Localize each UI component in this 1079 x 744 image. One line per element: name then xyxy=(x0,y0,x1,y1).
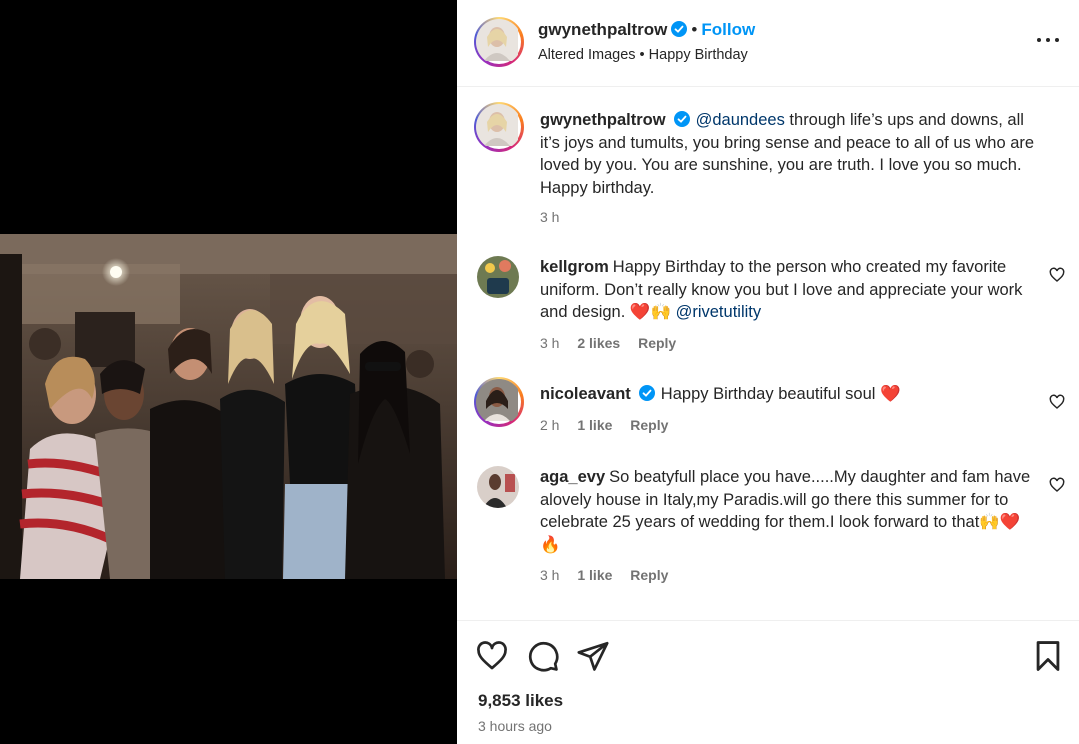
share-send-icon[interactable] xyxy=(576,639,610,673)
header-audio-subtitle[interactable]: Altered Images • Happy Birthday xyxy=(538,47,748,63)
follow-button[interactable]: Follow xyxy=(701,20,755,39)
caption-mention-link[interactable]: @daundees xyxy=(696,111,785,129)
comment-time[interactable]: 2 h xyxy=(540,417,559,433)
caption-avatar-image xyxy=(476,104,518,146)
comment-avatar[interactable] xyxy=(477,256,519,298)
comment-meta: 3 h 2 likes Reply xyxy=(540,335,690,351)
comment-emoji: ❤️🙌 xyxy=(629,302,671,321)
comment-like-heart-icon[interactable] xyxy=(1049,267,1065,283)
post-side-panel: gwynethpaltrow • Follow Altered Images • H… xyxy=(457,0,1079,744)
comment-like-heart-icon[interactable] xyxy=(1049,394,1065,410)
verified-badge-icon xyxy=(671,21,688,37)
caption-time[interactable]: 3 h xyxy=(540,209,559,225)
caption-text: gwynethpaltrow @daundees through life’s u… xyxy=(540,109,1040,199)
reply-button[interactable]: Reply xyxy=(638,335,676,351)
group-photo-illustration xyxy=(0,234,457,579)
post-header: gwynethpaltrow • Follow Altered Images • H… xyxy=(457,0,1079,87)
caption-username[interactable]: gwynethpaltrow xyxy=(540,111,666,129)
commenter-avatar-image xyxy=(477,466,519,508)
reply-button[interactable]: Reply xyxy=(630,567,668,583)
comment-meta: 3 h 1 like Reply xyxy=(540,567,682,583)
comment-likes[interactable]: 1 like xyxy=(577,417,612,433)
more-options-icon[interactable] xyxy=(1037,38,1059,44)
commenter-avatar-image xyxy=(476,379,518,421)
verified-badge-icon xyxy=(673,111,690,127)
header-username[interactable]: gwynethpaltrow xyxy=(538,20,667,39)
comment-likes[interactable]: 1 like xyxy=(577,567,612,583)
comment-emoji: ❤️ xyxy=(880,384,901,403)
commenter-avatar-image xyxy=(477,256,519,298)
comment-text: aga_evy So beatyfull place you have.....M… xyxy=(540,466,1040,556)
comment-like-heart-icon[interactable] xyxy=(1049,477,1065,493)
comment-time[interactable]: 3 h xyxy=(540,335,559,351)
reply-button[interactable]: Reply xyxy=(630,417,668,433)
media-pane xyxy=(0,0,457,744)
comment-username[interactable]: aga_evy xyxy=(540,468,605,486)
comment-body: Happy Birthday beautiful soul xyxy=(660,385,881,403)
comment-bubble-icon[interactable] xyxy=(526,639,560,673)
comment-body: So beatyfull place you have.....My daugh… xyxy=(540,468,1031,531)
author-avatar[interactable] xyxy=(474,17,524,67)
caption-meta: 3 h xyxy=(540,209,573,225)
header-user-line: gwynethpaltrow • Follow xyxy=(538,20,755,40)
comment-username[interactable]: nicoleavant xyxy=(540,385,631,403)
comment-mention-link[interactable]: @rivetutility xyxy=(676,303,762,321)
like-heart-icon[interactable] xyxy=(475,639,509,673)
comment-text: kellgrom Happy Birthday to the person who… xyxy=(540,256,1040,324)
comment-time[interactable]: 3 h xyxy=(540,567,559,583)
comments-list[interactable]: gwynethpaltrow @daundees through life’s u… xyxy=(457,88,1079,619)
header-separator-dot: • xyxy=(691,20,698,39)
comment-avatar[interactable] xyxy=(477,466,519,508)
post-timestamp[interactable]: 3 hours ago xyxy=(478,718,552,734)
save-bookmark-icon[interactable] xyxy=(1031,639,1065,673)
caption-avatar[interactable] xyxy=(474,102,524,152)
comment-username[interactable]: kellgrom xyxy=(540,258,609,276)
comment-likes[interactable]: 2 likes xyxy=(577,335,620,351)
post-actions: 9,853 likes 3 hours ago xyxy=(457,620,1079,744)
comment-body: Happy Birthday to the person who created… xyxy=(540,258,1023,321)
post-photo[interactable] xyxy=(0,234,457,579)
author-avatar-image xyxy=(476,19,518,61)
like-count[interactable]: 9,853 likes xyxy=(478,691,563,711)
verified-badge-icon xyxy=(638,385,655,401)
comment-text: nicoleavant Happy Birthday beautiful soul… xyxy=(540,383,1040,406)
comment-meta: 2 h 1 like Reply xyxy=(540,417,682,433)
comment-avatar[interactable] xyxy=(474,377,524,427)
